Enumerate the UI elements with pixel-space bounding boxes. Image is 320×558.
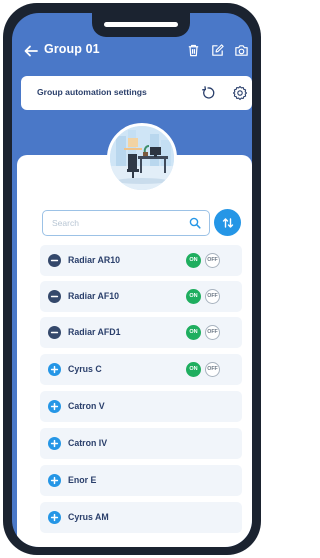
off-button[interactable]: OFF	[205, 289, 220, 304]
device-name: Cyrus C	[68, 364, 102, 374]
group-avatar	[107, 123, 177, 193]
arrow-left-icon[interactable]	[23, 43, 39, 59]
off-button[interactable]: OFF	[205, 325, 220, 340]
search-icon[interactable]	[189, 217, 201, 229]
camera-icon[interactable]	[234, 43, 249, 58]
device-name: Radiar AR10	[68, 255, 120, 265]
device-row[interactable]: Catron V	[40, 391, 242, 422]
plus-circle-icon[interactable]	[48, 474, 61, 487]
off-button[interactable]: OFF	[205, 253, 220, 268]
app-screen: Group 01 Group automation settings Searc…	[12, 13, 252, 547]
automation-settings-card[interactable]: Group automation settings	[21, 76, 252, 110]
device-notch	[92, 13, 190, 37]
search-field[interactable]	[42, 210, 210, 236]
device-row[interactable]: Enor E	[40, 465, 242, 496]
office-illustration	[110, 126, 174, 190]
device-name: Enor E	[68, 475, 97, 485]
device-name: Catron V	[68, 401, 105, 411]
page-title: Group 01	[44, 42, 100, 56]
sort-icon	[222, 217, 233, 228]
off-button[interactable]: OFF	[205, 362, 220, 377]
on-button[interactable]: ON	[186, 253, 201, 268]
on-button[interactable]: ON	[186, 325, 201, 340]
device-row[interactable]: Cyrus AM	[40, 502, 242, 533]
device-row[interactable]: Catron IV	[40, 428, 242, 459]
automation-settings-label: Group automation settings	[37, 87, 147, 97]
device-name: Cyrus AM	[68, 512, 109, 522]
device-row[interactable]: Cyrus C ON OFF	[40, 354, 242, 385]
minus-circle-icon[interactable]	[48, 290, 61, 303]
minus-circle-icon[interactable]	[48, 326, 61, 339]
plus-circle-icon[interactable]	[48, 400, 61, 413]
device-name: Radiar AFD1	[68, 327, 121, 337]
gear-icon[interactable]	[232, 85, 248, 101]
trash-icon[interactable]	[186, 43, 201, 58]
edit-icon[interactable]	[210, 43, 225, 58]
device-name: Radiar AF10	[68, 291, 120, 301]
plus-circle-icon[interactable]	[48, 363, 61, 376]
sort-button[interactable]	[214, 209, 241, 236]
on-button[interactable]: ON	[186, 289, 201, 304]
top-bar: Group 01	[12, 39, 252, 63]
plus-circle-icon[interactable]	[48, 437, 61, 450]
device-row[interactable]: Radiar AR10 ON OFF	[40, 245, 242, 276]
minus-circle-icon[interactable]	[48, 254, 61, 267]
device-row[interactable]: Radiar AF10 ON OFF	[40, 281, 242, 312]
plus-circle-icon[interactable]	[48, 511, 61, 524]
device-name: Catron IV	[68, 438, 108, 448]
search-input[interactable]	[52, 216, 182, 230]
device-row[interactable]: Radiar AFD1 ON OFF	[40, 317, 242, 348]
phone-frame: Group 01 Group automation settings Searc…	[3, 3, 261, 555]
on-button[interactable]: ON	[186, 362, 201, 377]
refresh-icon[interactable]	[200, 85, 216, 101]
